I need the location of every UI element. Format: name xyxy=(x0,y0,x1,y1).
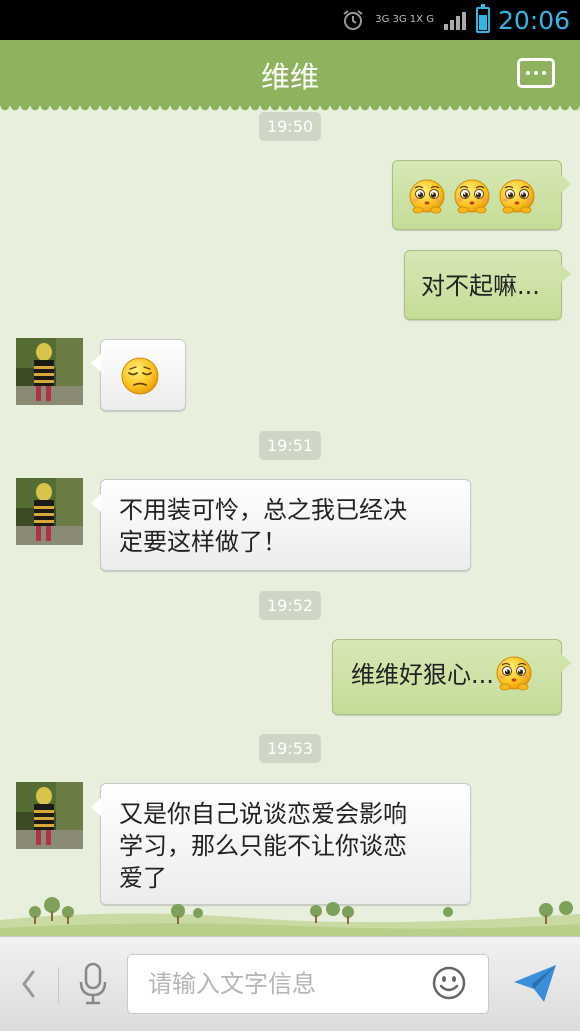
input-bar xyxy=(0,936,580,1031)
microphone-icon[interactable] xyxy=(77,962,109,1006)
outgoing-message[interactable]: 对不起嘛... xyxy=(404,250,571,320)
network-type-label: 3G 3G 1X G xyxy=(375,14,434,25)
pitiful-emoji-icon xyxy=(407,175,447,215)
incoming-message[interactable]: 又是你自己说谈恋爱会影响 学习，那么只能不让你谈恋 爱了 xyxy=(91,783,471,905)
timestamp: 19:53 xyxy=(258,734,322,763)
more-icon xyxy=(526,71,530,75)
timestamp: 19:50 xyxy=(258,112,322,141)
chevron-left-icon[interactable] xyxy=(20,969,36,999)
message-text: 对不起嘛... xyxy=(421,272,540,300)
status-clock: 20:06 xyxy=(497,5,570,35)
chat-header: 维维 xyxy=(0,40,580,112)
alarm-clock-icon xyxy=(343,10,363,30)
emoji-picker-icon[interactable] xyxy=(432,966,466,1000)
chat-background-scenery xyxy=(0,897,580,938)
pitiful-emoji-icon xyxy=(494,652,534,692)
divider xyxy=(58,967,59,1003)
incoming-message[interactable] xyxy=(91,339,186,411)
contact-avatar[interactable] xyxy=(16,338,83,405)
chat-title: 维维 xyxy=(260,60,319,94)
timestamp: 19:52 xyxy=(258,591,322,620)
contact-avatar[interactable] xyxy=(16,782,83,849)
message-text-line: 又是你自己说谈恋爱会影响 xyxy=(119,800,407,828)
message-text-line: 不用装可怜，总之我已经决 xyxy=(119,496,407,524)
signal-strength-icon xyxy=(443,10,466,30)
status-bar: 3G 3G 1X G 20:06 xyxy=(0,0,580,40)
more-options-button[interactable] xyxy=(517,58,555,88)
battery-icon xyxy=(475,4,490,33)
pitiful-emoji-icon xyxy=(452,175,492,215)
contact-avatar[interactable] xyxy=(16,478,83,545)
message-text: 维维好狠心... xyxy=(351,661,494,689)
send-icon[interactable] xyxy=(512,962,558,1004)
message-text-line: 学习，那么只能不让你谈恋 xyxy=(119,832,407,860)
outgoing-message[interactable]: 维维好狠心... xyxy=(332,639,571,715)
sad-emoji-icon xyxy=(120,356,160,396)
message-text-line: 定要这样做了！ xyxy=(119,528,287,556)
incoming-message[interactable]: 不用装可怜，总之我已经决 定要这样做了！ xyxy=(91,479,471,571)
pitiful-emoji-icon xyxy=(497,175,537,215)
timestamp: 19:51 xyxy=(258,431,322,460)
outgoing-message[interactable] xyxy=(392,160,571,230)
